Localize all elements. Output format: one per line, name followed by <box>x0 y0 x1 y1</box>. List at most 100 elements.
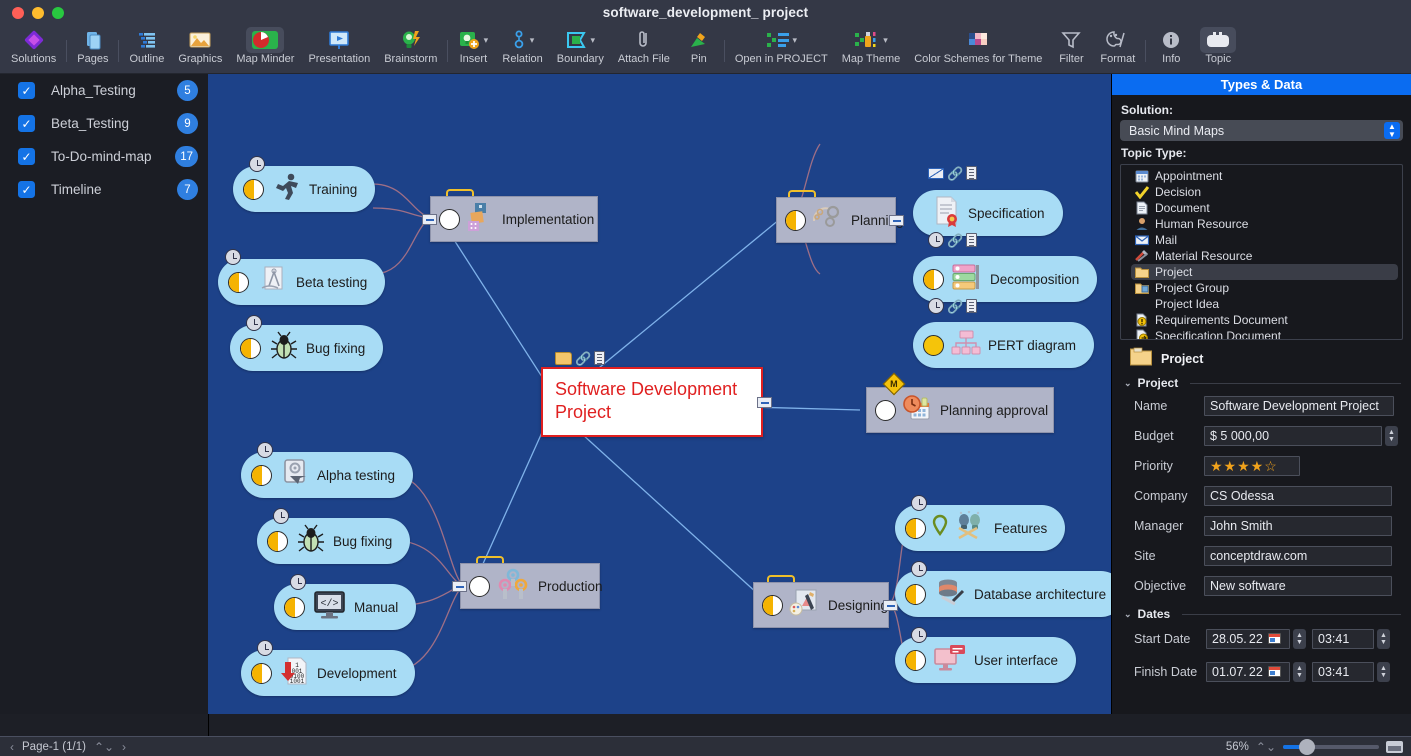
toolbar-button-outline[interactable]: Outline <box>122 26 171 74</box>
toolbar-button-graphics[interactable]: Graphics <box>171 26 229 74</box>
topic-node[interactable]: Production <box>460 563 603 609</box>
main-topic-implementation[interactable]: Implementation <box>422 189 598 242</box>
topic-bug-fixing-impl[interactable]: Bug fixing <box>230 315 384 371</box>
topic-node[interactable]: Database architecture <box>895 571 1111 617</box>
company-input[interactable]: CS Odessa <box>1204 486 1392 506</box>
sidebar-item-alpha-testing[interactable]: ✓ Alpha_Testing 5 <box>0 74 208 107</box>
topic-decomposition[interactable]: 🔗 Decomposition <box>913 232 1098 302</box>
topic-alpha-testing[interactable]: Alpha testing <box>241 442 414 498</box>
topic-node[interactable]: Bug fixing <box>230 325 384 371</box>
toolbar-button-attach-file[interactable]: Attach File <box>611 26 677 74</box>
topic-development[interactable]: 1 001 0100 1001 Development <box>241 640 415 696</box>
fit-to-window-button[interactable] <box>1386 740 1403 753</box>
topic-type-appointment[interactable]: Appointment <box>1121 168 1402 184</box>
topic-type-decision[interactable]: Decision <box>1121 184 1402 200</box>
topic-type-document[interactable]: Document <box>1121 200 1402 216</box>
topic-node[interactable]: Alpha testing <box>241 452 414 498</box>
topic-type-specification-document[interactable]: Specification Document <box>1121 328 1402 339</box>
toolbar-button-presentation[interactable]: Presentation <box>301 26 377 74</box>
sidebar-item-timeline[interactable]: ✓ Timeline 7 <box>0 173 208 206</box>
finish-time-input[interactable]: 03:41 <box>1312 661 1374 682</box>
section-header-dates[interactable]: ⌄ Dates <box>1112 606 1411 622</box>
topic-type-material-resource[interactable]: Material Resource <box>1121 248 1402 264</box>
zoom-stepper-icon[interactable]: ⌃⌄ <box>1256 740 1276 754</box>
topic-bug-fixing-prod[interactable]: Bug fixing <box>257 508 411 564</box>
toolbar-button-boundary[interactable]: ▾ Boundary <box>550 26 611 74</box>
zoom-slider-knob[interactable] <box>1299 738 1315 755</box>
objective-input[interactable]: New software <box>1204 576 1392 596</box>
topic-node[interactable]: 1 001 0100 1001 Development <box>241 650 415 696</box>
toolbar-button-topic[interactable]: Topic <box>1193 26 1243 74</box>
topic-node[interactable]: Features <box>895 505 1066 551</box>
finish-date-stepper[interactable]: ▲ ▼ <box>1293 661 1306 682</box>
topic-node[interactable]: Decomposition <box>913 256 1098 302</box>
stepper-icon[interactable]: ▲ ▼ <box>1384 122 1400 139</box>
toolbar-button-format[interactable]: Format <box>1093 26 1142 74</box>
topic-pert-diagram[interactable]: 🔗 PERT diagram <box>913 298 1095 368</box>
topic-database-architecture[interactable]: Database architecture <box>895 561 1111 617</box>
main-topic-planning[interactable]: Planning <box>776 190 904 243</box>
section-header-project[interactable]: ⌄ Project <box>1112 375 1411 391</box>
chevron-down-icon[interactable]: ▾ <box>883 35 888 46</box>
main-topic-production[interactable]: Production <box>452 556 603 609</box>
topic-specification[interactable]: 🔗 Specification <box>913 166 1063 236</box>
toolbar-button-info[interactable]: Info <box>1149 26 1193 74</box>
solution-select[interactable]: Basic Mind Maps ▲ ▼ <box>1120 120 1403 141</box>
toolbar-button-map-theme[interactable]: ▾ Map Theme <box>835 26 908 74</box>
finish-time-stepper[interactable]: ▲ ▼ <box>1377 661 1390 682</box>
topic-node[interactable]: Specification <box>913 190 1063 236</box>
collapse-toggle[interactable] <box>889 215 904 226</box>
topic-node[interactable]: Planning <box>776 197 904 243</box>
toolbar-button-open-in-project[interactable]: ▾ Open in PROJECT <box>728 26 835 74</box>
sidebar-item-beta-testing[interactable]: ✓ Beta_Testing 9 <box>0 107 208 140</box>
toolbar-button-pages[interactable]: Pages <box>70 26 115 74</box>
toolbar-button-map-minder[interactable]: Map Minder <box>229 26 301 74</box>
budget-stepper[interactable]: ▲ ▼ <box>1385 426 1398 446</box>
toolbar-button-insert[interactable]: ▾ Insert <box>451 26 495 74</box>
topic-user-interface[interactable]: User interface <box>895 627 1077 683</box>
central-topic[interactable]: 🔗 Software Development Project <box>541 351 772 438</box>
toolbar-button-relation[interactable]: ▾ Relation <box>495 26 549 74</box>
topic-node[interactable]: Implementation <box>430 196 598 242</box>
mindmap-canvas[interactable]: Training Beta testing Bug fixing Impleme… <box>208 74 1111 714</box>
collapse-toggle[interactable] <box>422 214 437 225</box>
topic-node[interactable]: </> Manual <box>274 584 417 630</box>
chevron-down-icon[interactable]: ▾ <box>793 35 798 46</box>
checkbox-icon[interactable]: ✓ <box>18 148 35 165</box>
collapse-toggle[interactable] <box>757 397 772 408</box>
toolbar-button-brainstorm[interactable]: Brainstorm <box>377 26 444 74</box>
main-topic-designing[interactable]: Designing <box>753 575 898 628</box>
page-stepper-icon[interactable]: ⌃⌄ <box>94 740 114 754</box>
checkbox-icon[interactable]: ✓ <box>18 181 35 198</box>
checkbox-icon[interactable]: ✓ <box>18 82 35 99</box>
main-topic-planning-approval[interactable]: M Planning approval <box>866 372 1054 433</box>
site-input[interactable]: conceptdraw.com <box>1204 546 1392 566</box>
topic-manual[interactable]: </> Manual <box>274 574 417 630</box>
chevron-down-icon[interactable]: ⌄ <box>1124 378 1132 389</box>
toolbar-button-solutions[interactable]: Solutions <box>4 26 63 74</box>
topic-type-project[interactable]: Project <box>1131 264 1398 280</box>
start-time-stepper[interactable]: ▲ ▼ <box>1377 628 1390 649</box>
zoom-slider[interactable] <box>1283 738 1379 755</box>
checkbox-icon[interactable]: ✓ <box>18 115 35 132</box>
chevron-right-icon[interactable]: › <box>122 740 126 754</box>
start-time-input[interactable]: 03:41 <box>1312 628 1374 649</box>
chevron-down-icon[interactable]: ⌄ <box>1124 609 1132 620</box>
chevron-down-icon[interactable]: ▾ <box>530 35 535 46</box>
topic-node[interactable]: Bug fixing <box>257 518 411 564</box>
topic-training[interactable]: Training <box>233 156 376 212</box>
page-navigation[interactable]: ‹ Page-1 (1/1) ⌃⌄ › <box>0 740 126 754</box>
topic-type-project-idea[interactable]: Project Idea <box>1121 296 1402 312</box>
calendar-icon[interactable] <box>1267 633 1281 644</box>
topic-node[interactable]: Beta testing <box>218 259 386 305</box>
topic-type-list[interactable]: Appointment Decision Document Human Reso… <box>1120 164 1403 340</box>
zoom-controls[interactable]: 56% ⌃⌄ <box>1226 738 1403 755</box>
collapse-toggle[interactable] <box>452 581 467 592</box>
name-input[interactable]: Software Development Project <box>1204 396 1394 416</box>
toolbar-button-filter[interactable]: Filter <box>1049 26 1093 74</box>
topic-type-requirements-document[interactable]: Requirements Document <box>1121 312 1402 328</box>
chevron-down-icon[interactable]: ▾ <box>484 35 489 46</box>
topic-node[interactable]: PERT diagram <box>913 322 1095 368</box>
manager-input[interactable]: John Smith <box>1204 516 1392 536</box>
toolbar-button-pin[interactable]: Pin <box>677 26 721 74</box>
